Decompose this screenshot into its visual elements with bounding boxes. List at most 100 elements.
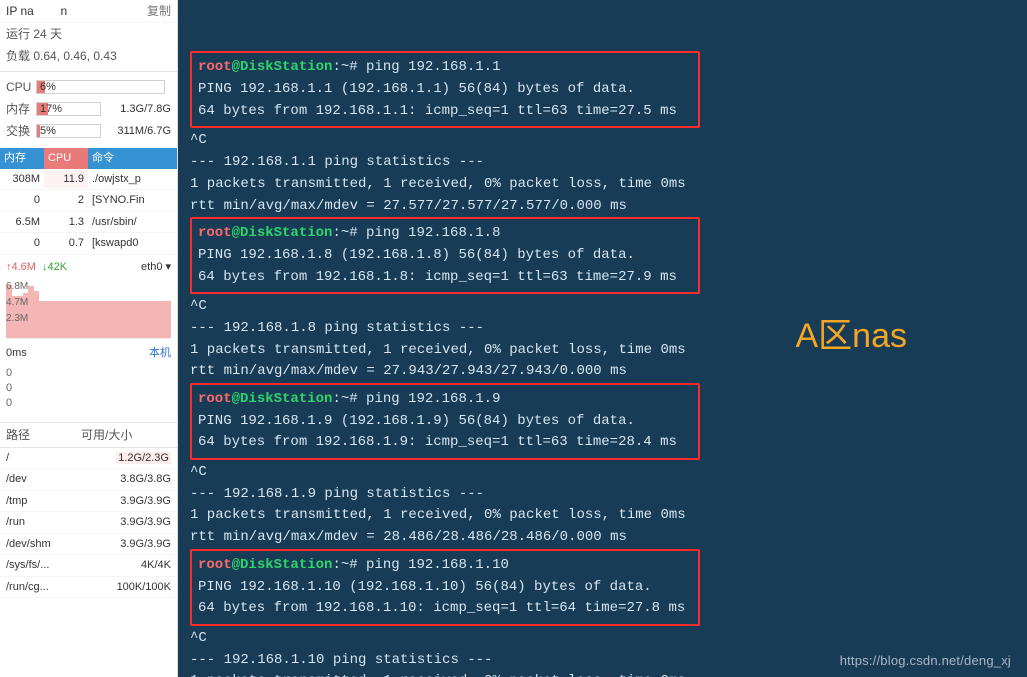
- proc-mem: 308M: [0, 170, 44, 189]
- latency-target[interactable]: 本机: [149, 345, 171, 362]
- disk-size: 3.9G/3.9G: [81, 536, 171, 553]
- disk-size: 4K/4K: [81, 557, 171, 574]
- term-line: 1 packets transmitted, 1 received, 0% pa…: [190, 671, 1027, 677]
- term-line: ^C: [190, 628, 1027, 650]
- term-line: --- 192.168.1.1 ping statistics ---: [190, 152, 1027, 174]
- ping-highlight-box: root@DiskStation:~# ping 192.168.1.1PING…: [190, 51, 700, 128]
- proc-cpu: 11.9: [44, 170, 88, 189]
- term-line: PING 192.168.1.9 (192.168.1.9) 56(84) by…: [198, 411, 692, 433]
- proc-row[interactable]: 02[SYNO.Fin: [0, 190, 177, 212]
- proc-mem: 0: [0, 234, 44, 253]
- swap-label: 交换: [6, 122, 36, 140]
- net-down: ↓42K: [42, 259, 67, 276]
- disk-header-size[interactable]: 可用/大小: [81, 426, 171, 444]
- term-line: --- 192.168.1.9 ping statistics ---: [190, 484, 1027, 506]
- mem-label: 内存: [6, 100, 36, 118]
- term-line: root@DiskStation:~# ping 192.168.1.10: [198, 555, 692, 577]
- terminal-pane[interactable]: root@DiskStation:~# ping 192.168.1.1PING…: [178, 0, 1027, 677]
- term-line: rtt min/avg/max/mdev = 27.577/27.577/27.…: [190, 196, 1027, 218]
- term-line: PING 192.168.1.1 (192.168.1.1) 56(84) by…: [198, 79, 692, 101]
- copy-button[interactable]: 复制: [147, 2, 171, 20]
- term-line: 64 bytes from 192.168.1.9: icmp_seq=1 tt…: [198, 432, 692, 454]
- uptime-label: 运行 24 天: [0, 23, 177, 45]
- latency-row: 0ms 本机: [0, 341, 177, 366]
- disk-path: /tmp: [6, 493, 81, 510]
- cpu-row: CPU 6%: [0, 76, 177, 98]
- term-line: 64 bytes from 192.168.1.10: icmp_seq=1 t…: [198, 598, 692, 620]
- disk-size: 3.9G/3.9G: [81, 514, 171, 531]
- disk-row[interactable]: /dev/shm3.9G/3.9G: [0, 534, 177, 556]
- term-line: PING 192.168.1.10 (192.168.1.10) 56(84) …: [198, 577, 692, 599]
- disk-row[interactable]: /dev3.8G/3.8G: [0, 469, 177, 491]
- disk-row[interactable]: /sys/fs/...4K/4K: [0, 555, 177, 577]
- cpu-bar: 6%: [36, 80, 165, 94]
- ping-highlight-box: root@DiskStation:~# ping 192.168.1.8PING…: [190, 217, 700, 294]
- term-line: 64 bytes from 192.168.1.1: icmp_seq=1 tt…: [198, 101, 692, 123]
- disk-size: 3.8G/3.8G: [81, 471, 171, 488]
- disk-path: /run: [6, 514, 81, 531]
- proc-mem: 6.5M: [0, 213, 44, 232]
- swap-bar: 5%: [36, 124, 101, 138]
- proc-header[interactable]: 内存 CPU 命令: [0, 148, 177, 169]
- swap-pct: 5%: [40, 125, 56, 137]
- cpu-pct: 6%: [40, 81, 56, 93]
- ip-label: IP na n: [6, 2, 67, 20]
- region-label: A区nas: [796, 310, 908, 363]
- watermark: https://blog.csdn.net/deng_xj: [840, 651, 1011, 671]
- disk-path: /: [6, 450, 81, 467]
- proc-header-cmd[interactable]: 命令: [88, 148, 177, 169]
- mem-pct: 17%: [40, 103, 62, 115]
- cpu-label: CPU: [6, 78, 36, 96]
- disk-row[interactable]: /run3.9G/3.9G: [0, 512, 177, 534]
- ip-row: IP na n 复制: [0, 0, 177, 23]
- net-spark: [6, 279, 171, 339]
- disk-row[interactable]: /tmp3.9G/3.9G: [0, 491, 177, 513]
- proc-row[interactable]: 00.7[kswapd0: [0, 233, 177, 255]
- disk-size: 3.9G/3.9G: [81, 493, 171, 510]
- term-line: ^C: [190, 130, 1027, 152]
- ping-highlight-box: root@DiskStation:~# ping 192.168.1.9PING…: [190, 383, 700, 460]
- term-line: root@DiskStation:~# ping 192.168.1.9: [198, 389, 692, 411]
- term-line: 1 packets transmitted, 1 received, 0% pa…: [190, 505, 1027, 527]
- term-line: PING 192.168.1.8 (192.168.1.8) 56(84) by…: [198, 245, 692, 267]
- net-iface-select[interactable]: eth0 ▾: [141, 259, 171, 276]
- term-line: rtt min/avg/max/mdev = 28.486/28.486/28.…: [190, 527, 1027, 549]
- proc-mem: 0: [0, 191, 44, 210]
- disk-header: 路径 可用/大小: [0, 422, 177, 448]
- disk-size: 1.2G/2.3G: [81, 450, 171, 467]
- ping-highlight-box: root@DiskStation:~# ping 192.168.1.10PIN…: [190, 549, 700, 626]
- swap-val: 311M/6.7G: [107, 123, 171, 140]
- disk-path: /dev/shm: [6, 536, 81, 553]
- proc-cpu: 1.3: [44, 213, 88, 232]
- disk-header-path[interactable]: 路径: [6, 426, 81, 444]
- spark-axis: 6.8M 4.7M 2.3M: [6, 279, 28, 327]
- net-row: ↑4.6M ↓42K eth0 ▾: [0, 255, 177, 280]
- load-label: 负载 0.64, 0.46, 0.43: [0, 45, 177, 67]
- disk-path: /run/cg...: [6, 579, 81, 596]
- mem-row: 内存 17% 1.3G/7.8G: [0, 98, 177, 120]
- proc-cmd: ./owjstx_p: [88, 170, 177, 189]
- term-line: root@DiskStation:~# ping 192.168.1.8: [198, 223, 692, 245]
- proc-header-mem[interactable]: 内存: [0, 148, 44, 169]
- disk-row[interactable]: /run/cg...100K/100K: [0, 577, 177, 599]
- proc-cmd: /usr/sbin/: [88, 213, 177, 232]
- latency-axis: 0 0 0: [0, 366, 177, 412]
- term-line: 64 bytes from 192.168.1.8: icmp_seq=1 tt…: [198, 267, 692, 289]
- disk-path: /sys/fs/...: [6, 557, 81, 574]
- mem-val: 1.3G/7.8G: [107, 101, 171, 118]
- disk-size: 100K/100K: [81, 579, 171, 596]
- proc-row[interactable]: 6.5M1.3/usr/sbin/: [0, 212, 177, 234]
- disk-path: /dev: [6, 471, 81, 488]
- term-line: rtt min/avg/max/mdev = 27.943/27.943/27.…: [190, 361, 1027, 383]
- chevron-down-icon: ▾: [165, 259, 171, 276]
- proc-cpu: 0.7: [44, 234, 88, 253]
- term-line: root@DiskStation:~# ping 192.168.1.1: [198, 57, 692, 79]
- term-line: 1 packets transmitted, 1 received, 0% pa…: [190, 174, 1027, 196]
- proc-cmd: [SYNO.Fin: [88, 191, 177, 210]
- proc-header-cpu[interactable]: CPU: [44, 148, 88, 169]
- mem-bar: 17%: [36, 102, 101, 116]
- latency-val: 0ms: [6, 345, 27, 362]
- proc-row[interactable]: 308M11.9./owjstx_p: [0, 169, 177, 191]
- proc-cmd: [kswapd0: [88, 234, 177, 253]
- disk-row[interactable]: /1.2G/2.3G: [0, 448, 177, 470]
